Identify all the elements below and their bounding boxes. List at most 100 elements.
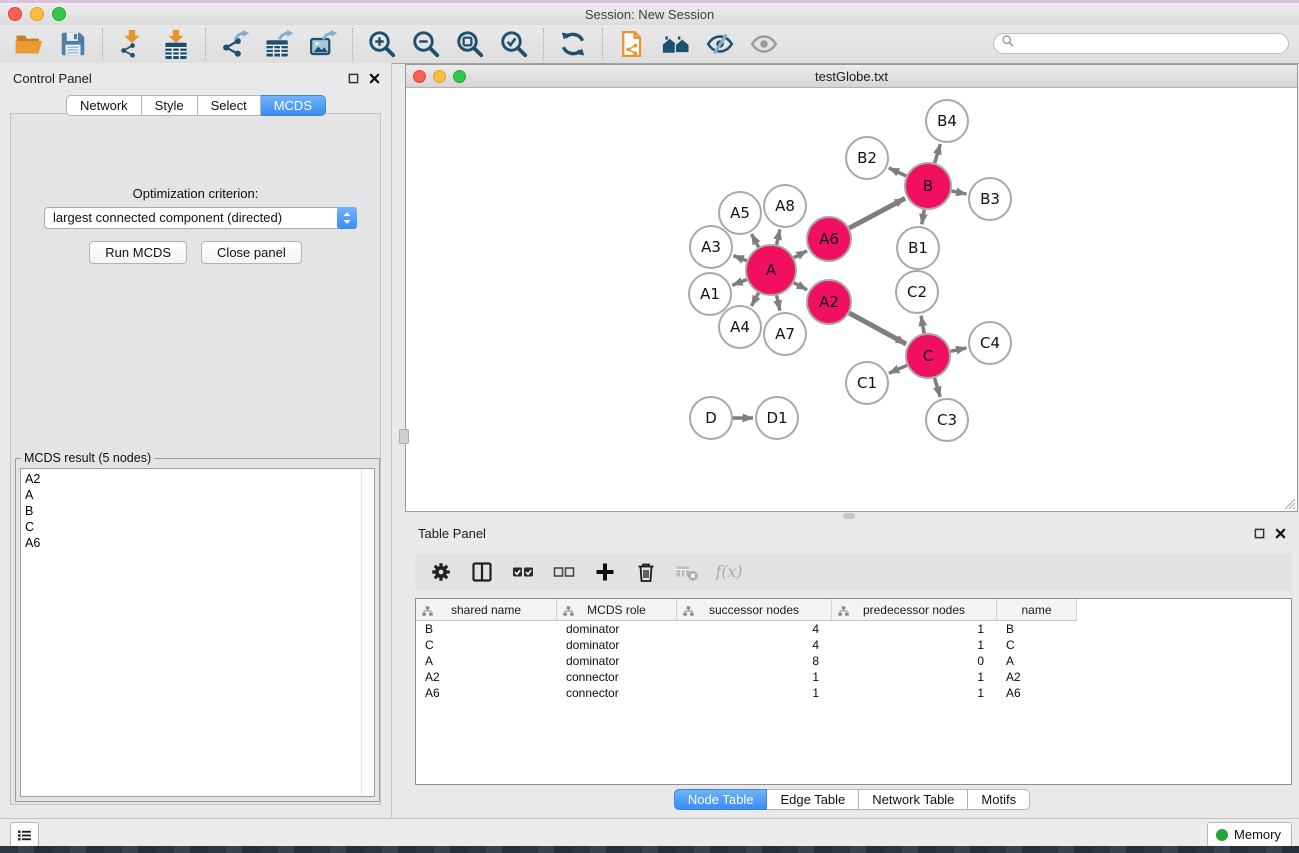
- search-box[interactable]: [993, 33, 1289, 54]
- mcds-result-item[interactable]: B: [25, 503, 360, 519]
- edge-A-A8[interactable]: [777, 229, 780, 244]
- task-history-button[interactable]: [10, 822, 39, 848]
- node-C2[interactable]: C2: [896, 271, 938, 313]
- mcds-result-item[interactable]: C: [25, 519, 360, 535]
- open-session-icon[interactable]: [12, 28, 46, 60]
- table-row[interactable]: A6connector11A6: [416, 685, 1291, 701]
- minimize-window-button[interactable]: [30, 7, 44, 21]
- settings-gear-icon[interactable]: [427, 558, 455, 586]
- node-C4[interactable]: C4: [969, 322, 1011, 364]
- mcds-result-item[interactable]: A6: [25, 535, 360, 551]
- select-all-icon[interactable]: [509, 558, 537, 586]
- node-A1[interactable]: A1: [689, 273, 731, 315]
- close-panel-icon[interactable]: [1274, 527, 1287, 540]
- tab-node-table[interactable]: Node Table: [674, 789, 768, 810]
- network-zoom-button[interactable]: [453, 70, 466, 83]
- edge-A-A1[interactable]: [732, 280, 747, 286]
- node-A6[interactable]: A6: [807, 217, 851, 261]
- show-panel-icon[interactable]: [747, 28, 781, 60]
- zoom-selected-icon[interactable]: [497, 28, 531, 60]
- node-C[interactable]: C: [906, 334, 950, 378]
- table-row[interactable]: A2connector11A2: [416, 669, 1291, 685]
- table-row[interactable]: Bdominator41B: [416, 621, 1291, 637]
- tab-mcds[interactable]: MCDS: [261, 95, 326, 116]
- column-header-MCDS-role[interactable]: MCDS role: [557, 599, 677, 621]
- node-A4[interactable]: A4: [719, 306, 761, 348]
- node-A7[interactable]: A7: [764, 313, 806, 355]
- edge-A6-B[interactable]: [849, 198, 905, 228]
- node-A5[interactable]: A5: [719, 192, 761, 234]
- search-input[interactable]: [1015, 35, 1288, 52]
- network-close-button[interactable]: [413, 70, 426, 83]
- edge-B-B4[interactable]: [935, 144, 941, 163]
- column-header-predecessor-nodes[interactable]: predecessor nodes: [832, 599, 997, 621]
- column-header-shared-name[interactable]: shared name: [416, 599, 557, 621]
- refresh-icon[interactable]: [556, 28, 590, 60]
- run-mcds-button[interactable]: Run MCDS: [89, 241, 187, 264]
- network-minimize-button[interactable]: [433, 70, 446, 83]
- tab-select[interactable]: Select: [198, 95, 261, 116]
- network-canvas[interactable]: AA6A2BCA1A3A4A5A7A8B1B2B3B4C1C2C3C4DD1: [406, 88, 1297, 511]
- optimization-criterion-select[interactable]: largest connected component (directed): [44, 207, 357, 229]
- node-B[interactable]: B: [905, 163, 951, 209]
- table-row[interactable]: Adominator80A: [416, 653, 1291, 669]
- panel-splitter-handle[interactable]: [399, 429, 409, 444]
- list-scrollbar[interactable]: [361, 469, 374, 796]
- edge-C-C4[interactable]: [951, 348, 967, 351]
- column-layout-icon[interactable]: [468, 558, 496, 586]
- edge-B-B3[interactable]: [952, 191, 967, 194]
- zoom-in-icon[interactable]: [365, 28, 399, 60]
- export-table-icon[interactable]: [262, 28, 296, 60]
- edge-B-B2[interactable]: [889, 168, 906, 176]
- tab-network[interactable]: Network: [66, 95, 142, 116]
- node-C1[interactable]: C1: [846, 362, 888, 404]
- mcds-result-item[interactable]: A2: [25, 471, 360, 487]
- edge-A-A2[interactable]: [794, 283, 807, 290]
- tab-motifs[interactable]: Motifs: [968, 789, 1030, 810]
- node-B1[interactable]: B1: [897, 227, 939, 269]
- deselect-all-icon[interactable]: [550, 558, 578, 586]
- zoom-fit-icon[interactable]: [453, 28, 487, 60]
- edge-B-B1[interactable]: [922, 210, 924, 225]
- delete-column-icon[interactable]: [632, 558, 660, 586]
- close-window-button[interactable]: [8, 7, 22, 21]
- node-A3[interactable]: A3: [690, 226, 732, 268]
- save-session-icon[interactable]: [56, 28, 90, 60]
- node-D[interactable]: D: [690, 397, 732, 439]
- close-panel-icon[interactable]: [368, 72, 381, 85]
- float-panel-icon[interactable]: [1253, 527, 1266, 540]
- hide-panel-icon[interactable]: [703, 28, 737, 60]
- mcds-result-item[interactable]: A: [25, 487, 360, 503]
- edge-A-A7[interactable]: [777, 295, 780, 310]
- edge-A-A3[interactable]: [733, 256, 746, 261]
- table-row[interactable]: Cdominator41C: [416, 637, 1291, 653]
- edge-A-A5[interactable]: [752, 234, 759, 247]
- node-B2[interactable]: B2: [846, 137, 888, 179]
- tab-edge-table[interactable]: Edge Table: [767, 789, 859, 810]
- export-network-icon[interactable]: [218, 28, 252, 60]
- import-table-icon[interactable]: [159, 28, 193, 60]
- tab-network-table[interactable]: Network Table: [859, 789, 968, 810]
- node-D1[interactable]: D1: [756, 397, 798, 439]
- tab-style[interactable]: Style: [142, 95, 198, 116]
- horizontal-splitter-handle[interactable]: [843, 513, 855, 519]
- zoom-out-icon[interactable]: [409, 28, 443, 60]
- new-network-file-icon[interactable]: [615, 28, 649, 60]
- node-B3[interactable]: B3: [969, 178, 1011, 220]
- edge-C-C3[interactable]: [935, 378, 941, 397]
- show-all-networks-icon[interactable]: [659, 28, 693, 60]
- node-A8[interactable]: A8: [764, 185, 806, 227]
- edge-C-C2[interactable]: [921, 316, 924, 334]
- column-header-name[interactable]: name: [997, 599, 1077, 621]
- edge-C-C1[interactable]: [889, 365, 907, 373]
- edge-A2-C[interactable]: [849, 313, 906, 344]
- node-B4[interactable]: B4: [926, 100, 968, 142]
- import-network-icon[interactable]: [115, 28, 149, 60]
- memory-button[interactable]: Memory: [1207, 822, 1292, 847]
- column-header-successor-nodes[interactable]: successor nodes: [677, 599, 832, 621]
- node-A[interactable]: A: [746, 245, 796, 295]
- mcds-result-list[interactable]: A2ABCA6: [20, 468, 375, 797]
- export-image-icon[interactable]: [306, 28, 340, 60]
- node-A2[interactable]: A2: [807, 280, 851, 324]
- add-column-icon[interactable]: [591, 558, 619, 586]
